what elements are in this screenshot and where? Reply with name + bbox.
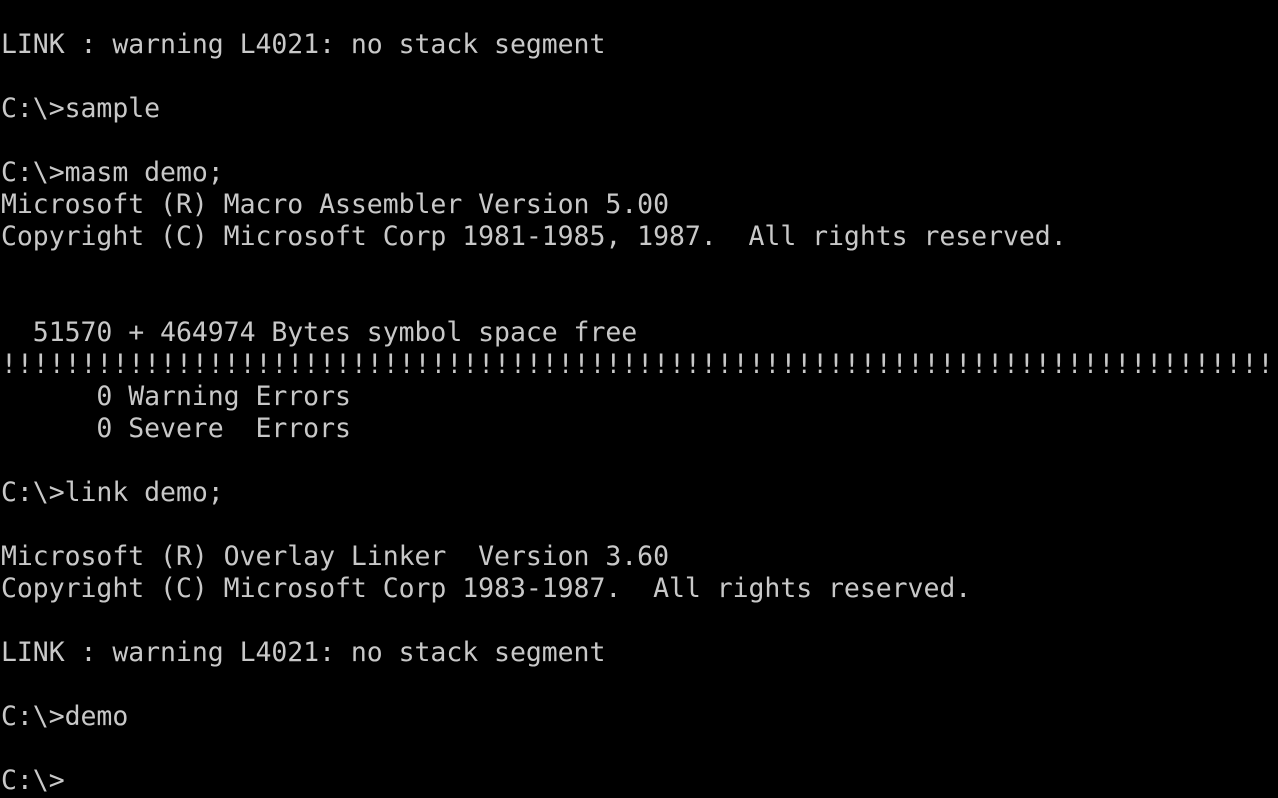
console-line-warning-1: LINK : warning L4021: no stack segment	[1, 29, 606, 60]
console-line-warning-2: LINK : warning L4021: no stack segment	[1, 637, 606, 668]
console-line-prompt-demo: C:\>demo	[1, 701, 129, 732]
console-line-masm-copyright: Copyright (C) Microsoft Corp 1981-1985, …	[1, 221, 1067, 252]
dos-console[interactable]: LINK : warning L4021: no stack segment C…	[0, 0, 1278, 798]
console-line-current-prompt[interactable]: C:\>	[0, 765, 1278, 797]
console-line-linker-copyright: Copyright (C) Microsoft Corp 1983-1987. …	[1, 573, 972, 604]
console-line-linker-banner: Microsoft (R) Overlay Linker Version 3.6…	[1, 541, 669, 572]
console-line-prompt-masm: C:\>masm demo;	[1, 157, 224, 188]
console-line-blank	[0, 445, 1278, 477]
console-line-blank	[0, 285, 1278, 317]
console-line-blank	[0, 605, 1278, 637]
console-line-blank	[0, 61, 1278, 93]
console-line-blank	[0, 125, 1278, 157]
console-line-blank	[0, 669, 1278, 701]
console-line-masm-banner: Microsoft (R) Macro Assembler Version 5.…	[1, 189, 669, 220]
console-line-blank	[0, 509, 1278, 541]
console-line-warning-errors: 0 Warning Errors	[1, 381, 351, 412]
console-line-blank	[0, 253, 1278, 285]
console-line-symbol-space: 51570 + 464974 Bytes symbol space free	[1, 317, 638, 348]
console-line-severe-errors: 0 Severe Errors	[1, 413, 351, 444]
console-line-progress-bangs: !!!!!!!!!!!!!!!!!!!!!!!!!!!!!!!!!!!!!!!!…	[1, 349, 1274, 380]
console-line-blank	[0, 733, 1278, 765]
console-line-prompt-sample: C:\>sample	[1, 93, 161, 124]
console-line-prompt-link: C:\>link demo;	[1, 477, 224, 508]
